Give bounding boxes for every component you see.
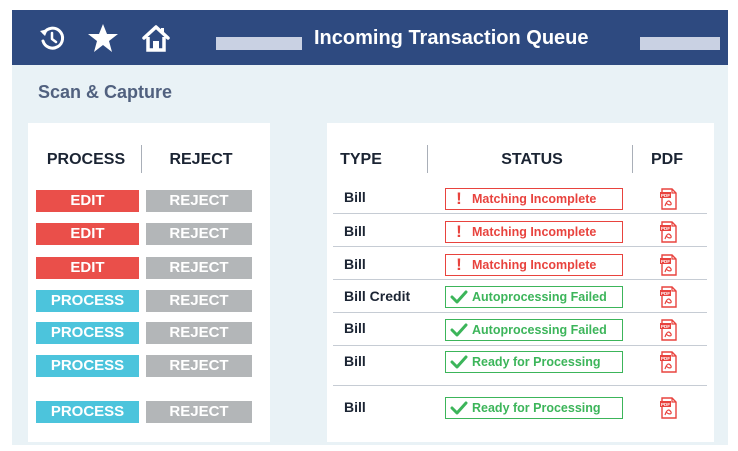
content-panel: Scan & Capture PROCESS REJECT EDIT REJECT… [12,65,728,445]
pdf-file-icon[interactable]: PDF [660,351,678,373]
reject-button[interactable]: REJECT [146,257,252,279]
section-title: Scan & Capture [38,82,173,102]
transaction-type: Bill [344,189,366,205]
svg-text:PDF: PDF [661,356,670,361]
svg-text:PDF: PDF [661,193,670,198]
status-label: Ready for Processing [472,401,601,415]
reject-button[interactable]: REJECT [146,190,252,212]
transaction-type: Bill [344,223,366,239]
header-accent-bar-right [640,37,720,50]
header-accent-bar-left [216,37,302,50]
column-divider [632,145,633,173]
process-button[interactable]: PROCESS [36,355,139,377]
transaction-type: Bill [344,353,366,369]
process-button[interactable]: PROCESS [36,290,139,312]
pdf-file-icon[interactable]: PDF [660,254,678,276]
pdf-file-icon[interactable]: PDF [660,319,678,341]
pdf-file-icon[interactable]: PDF [660,286,678,308]
process-button[interactable]: PROCESS [36,322,139,344]
pdf-file-icon[interactable]: PDF [660,397,678,419]
row-divider [333,312,707,313]
star-icon[interactable] [85,20,121,56]
status-label: Autoprocessing Failed [472,290,607,304]
exclamation-icon: ! [456,189,462,208]
status-label: Ready for Processing [472,355,601,369]
pdf-file-icon[interactable]: PDF [660,221,678,243]
reject-button[interactable]: REJECT [146,355,252,377]
row-divider [333,246,707,247]
edit-button[interactable]: EDIT [36,257,139,279]
pdf-file-icon[interactable]: PDF [660,188,678,210]
svg-text:PDF: PDF [661,226,670,231]
row-divider [333,279,707,280]
checkmark-icon [446,355,472,369]
checkmark-icon [446,290,472,304]
exclamation-icon: ! [456,255,462,274]
transaction-type: Bill [344,320,366,336]
status-badge[interactable]: ! Matching Incomplete [445,254,623,276]
status-label: Matching Incomplete [472,258,597,272]
reject-button[interactable]: REJECT [146,322,252,344]
transactions-card: TYPE STATUS PDF Bill! Matching Incomplete… [327,123,714,442]
svg-text:PDF: PDF [661,291,670,296]
status-badge[interactable]: Ready for Processing [445,351,623,373]
edit-button[interactable]: EDIT [36,223,139,245]
reject-button[interactable]: REJECT [146,223,252,245]
svg-text:PDF: PDF [661,324,670,329]
column-divider [141,145,142,173]
pdf-column-header: PDF [651,151,683,168]
process-button[interactable]: PROCESS [36,401,139,423]
row-divider [333,213,707,214]
home-icon[interactable] [138,20,174,56]
svg-text:PDF: PDF [661,402,670,407]
column-divider [427,145,428,173]
svg-text:PDF: PDF [661,259,670,264]
edit-button[interactable]: EDIT [36,190,139,212]
actions-card: PROCESS REJECT EDIT REJECT EDIT REJECT EDIT R… [28,123,270,442]
status-label: Autoprocessing Failed [472,323,607,337]
process-column-header: PROCESS [46,151,126,168]
history-icon[interactable] [34,20,70,56]
transaction-type: Bill Credit [344,288,411,304]
status-badge[interactable]: Autoprocessing Failed [445,286,623,308]
status-badge[interactable]: ! Matching Incomplete [445,188,623,210]
status-badge[interactable]: Ready for Processing [445,397,623,419]
reject-button[interactable]: REJECT [146,290,252,312]
reject-column-header: REJECT [169,151,233,168]
row-divider [333,345,707,346]
transaction-type: Bill [344,399,366,415]
page-title: Incoming Transaction Queue [314,27,589,49]
reject-button[interactable]: REJECT [146,401,252,423]
status-label: Matching Incomplete [472,192,597,206]
transaction-type: Bill [344,256,366,272]
status-badge[interactable]: ! Matching Incomplete [445,221,623,243]
status-badge[interactable]: Autoprocessing Failed [445,319,623,341]
status-column-header: STATUS [501,151,563,168]
exclamation-icon: ! [456,222,462,241]
type-column-header: TYPE [340,151,382,168]
row-divider [333,385,707,386]
checkmark-icon [446,323,472,337]
top-header-bar: Incoming Transaction Queue [12,10,728,65]
checkmark-icon [446,401,472,415]
status-label: Matching Incomplete [472,225,597,239]
